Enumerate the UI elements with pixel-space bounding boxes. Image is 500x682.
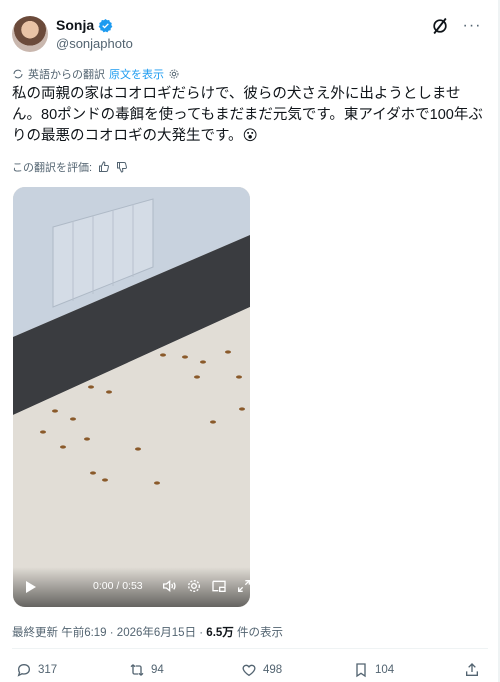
view-count: 6.5万 [206,627,234,639]
video-icons [161,578,250,594]
bookmark-count: 104 [375,664,395,676]
video-player[interactable]: 0:00 / 0:53 [13,187,250,607]
post-header: Sonja @sonjaphoto ··· [12,14,488,54]
video-time: 0:00 / 0:53 [93,580,143,592]
rate-translation-label: この翻訳を評価: [12,162,93,174]
play-icon[interactable] [25,580,37,594]
repost-count: 94 [151,664,164,676]
grok-icon[interactable] [430,16,450,36]
author-name[interactable]: Sonja [56,17,94,33]
thumbs-down-icon[interactable] [116,161,128,173]
thumbs-up-icon[interactable] [98,161,110,173]
divider [12,648,488,649]
author-name-row: Sonja [56,17,113,33]
bookmark-button[interactable]: 104 [353,662,394,678]
reply-icon [17,663,31,677]
avatar[interactable] [12,16,48,52]
author-handle[interactable]: @sonjaphoto [56,36,133,51]
post-emoji: 😮 [242,128,258,144]
verified-badge-icon [98,18,113,32]
share-icon [466,663,478,676]
video-controls: 0:00 / 0:53 [13,567,250,607]
view-count-suffix: 件の表示 [233,627,283,639]
like-button[interactable]: 498 [241,662,282,678]
fullscreen-icon[interactable] [236,578,250,594]
show-original-link[interactable]: 原文を表示 [109,66,164,82]
reply-count: 317 [38,664,58,676]
repost-button[interactable]: 94 [129,662,164,678]
action-bar: 317 94 498 104 [12,660,488,682]
share-button[interactable] [464,662,480,678]
pip-icon[interactable] [211,578,227,594]
translate-icon [13,69,23,79]
heart-icon [242,664,256,677]
settings-icon[interactable] [186,578,202,594]
translation-label: 英語からの翻訳 [28,69,105,81]
post-timestamp[interactable]: 最終更新 午前6:19 · 2026年6月15日 · [12,627,206,639]
post-text: 私の両親の家はコオロギだらけで、彼らの犬さえ外に出ようとしません。80ポンドの毒… [12,84,488,147]
volume-icon[interactable] [161,578,177,594]
video-frame [13,187,250,607]
reply-button[interactable]: 317 [16,662,57,678]
more-options-icon[interactable]: ··· [460,16,484,36]
post-meta: 最終更新 午前6:19 · 2026年6月15日 · 6.5万 件の表示 [12,624,283,640]
rate-translation: この翻訳を評価: [12,159,128,175]
translation-note: 英語からの翻訳 原文を表示 [12,66,180,82]
like-count: 498 [263,664,283,676]
bookmark-icon [356,663,366,678]
settings-gear-icon[interactable] [168,68,180,80]
repost-icon [130,664,144,676]
